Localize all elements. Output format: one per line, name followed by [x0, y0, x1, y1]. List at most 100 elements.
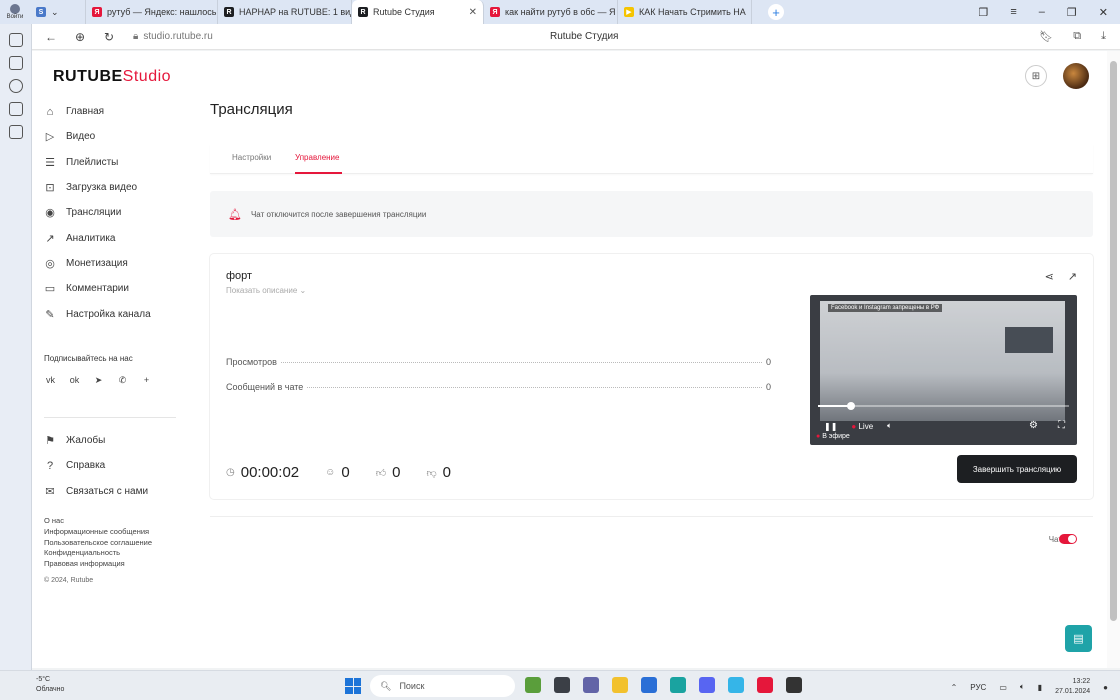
edge-icon[interactable] — [670, 677, 686, 693]
add-content-button[interactable]: ⊞ — [1025, 65, 1047, 87]
network-icon[interactable]: ▭ — [999, 683, 1007, 692]
scrollbar-thumb[interactable] — [1110, 61, 1117, 621]
browser-tab-0[interactable]: Я рутуб — Яндекс: нашлось — [86, 0, 218, 24]
viber-icon[interactable]: ✆ — [116, 375, 129, 386]
preview-frame — [820, 301, 1065, 421]
footer-link[interactable]: О нас — [44, 516, 152, 527]
tab-title: Rutube Студия — [373, 7, 435, 17]
sidebar-item-playlists[interactable]: ☰ Плейлисты — [44, 150, 184, 175]
sidebar-item-home[interactable]: ⌂ Главная — [44, 99, 184, 124]
restore-icon[interactable]: ❐ — [1067, 6, 1077, 19]
teams-icon[interactable] — [583, 677, 599, 693]
footer-link[interactable]: Правовая информация — [44, 559, 152, 570]
downloads-icon[interactable] — [8, 102, 23, 116]
protect-icon[interactable]: ⊕ — [70, 30, 90, 44]
thumbs-up-icon: 👍︎ — [375, 467, 387, 479]
browser-tab-2[interactable]: R Rutube Студия ✕ — [352, 0, 484, 24]
menu-icon[interactable]: ≡ — [1010, 6, 1016, 19]
user-avatar[interactable] — [1063, 63, 1089, 89]
footer-link[interactable]: Конфиденциальность — [44, 548, 152, 559]
sidebar-item-video[interactable]: ▷ Видео — [44, 124, 184, 149]
bookmarks-icon[interactable] — [8, 33, 23, 47]
sidebar-item-channel-settings[interactable]: ✎ Настройка канала — [44, 301, 184, 326]
sidebar-item-help[interactable]: ? Справка — [44, 453, 184, 478]
back-icon[interactable]: ← — [41, 30, 61, 44]
pause-icon[interactable]: ❚❚ — [824, 422, 837, 431]
sidebar-item-comments[interactable]: ▭ Комментарии — [44, 276, 184, 301]
telegram-icon[interactable]: ➤ — [92, 375, 105, 386]
history-icon[interactable] — [8, 79, 23, 93]
reading-list-icon[interactable] — [8, 56, 23, 70]
player-progress-bar[interactable] — [818, 405, 1069, 407]
share-icon[interactable]: ⋖ — [1045, 270, 1054, 283]
obs-icon[interactable] — [786, 677, 802, 693]
browser-tab-3[interactable]: Я как найти рутуб в обс — Я — [484, 0, 618, 24]
close-window-icon[interactable]: ✕ — [1099, 6, 1108, 19]
windows-start-icon[interactable] — [345, 678, 361, 694]
player-progress-knob[interactable] — [846, 402, 855, 410]
live-label[interactable]: Live — [858, 422, 873, 431]
download-icon[interactable]: ⤓ — [1101, 30, 1106, 43]
windows-taskbar: -5°C Облачно 🔍︎ Поиск ⌃ РУС ▭ 🔈︎ ▮ 13:22… — [0, 670, 1120, 700]
show-description-link[interactable]: Показать описание ⌄ — [226, 286, 306, 295]
reload-icon[interactable]: ↻ — [99, 30, 119, 44]
task-view-icon[interactable] — [554, 677, 570, 693]
sidebar-item-analytics[interactable]: ↗ Аналитика — [44, 225, 184, 250]
yandex-browser-icon[interactable] — [757, 677, 773, 693]
metric-duration: ◷ 00:00:02 — [226, 464, 299, 481]
chat-toggle[interactable] — [1059, 534, 1077, 544]
collections-icon[interactable]: ❐ — [978, 6, 988, 19]
widget-app-icon[interactable] — [525, 677, 541, 693]
more-icon[interactable]: + — [140, 375, 153, 386]
chevron-up-icon[interactable]: ⌃ — [951, 683, 958, 692]
url-field[interactable]: 🔒︎ studio.rutube.ru — [133, 31, 213, 42]
profile-button[interactable]: Войти — [0, 0, 30, 24]
weather-widget[interactable]: -5°C Облачно — [36, 675, 64, 695]
page-scrollbar[interactable] — [1107, 51, 1120, 668]
sidebar-item-contact[interactable]: ✉ Связаться с нами — [44, 479, 184, 504]
share-icon[interactable]: ⧉ — [1073, 30, 1081, 43]
vk-icon[interactable]: vk — [44, 375, 57, 386]
close-tab-icon[interactable]: ✕ — [465, 7, 477, 18]
app-f-icon[interactable] — [728, 677, 744, 693]
viewers-count: 0 — [341, 464, 350, 481]
footer-link[interactable]: Пользовательское соглашение — [44, 538, 152, 549]
user-icon: ☺ — [325, 467, 336, 478]
browser-tab-1[interactable]: R HAPHAP на RUTUBE: 1 вид — [218, 0, 352, 24]
sidebar-item-broadcasts[interactable]: ◉ Трансляции — [44, 200, 184, 225]
minimize-icon[interactable]: – — [1039, 6, 1045, 19]
battery-icon[interactable]: ▮ — [1038, 683, 1042, 692]
tab-settings[interactable]: Настройки — [232, 153, 271, 162]
footer-link[interactable]: Информационные сообщения — [44, 527, 152, 538]
sidebar-item-monetization[interactable]: ◎ Монетизация — [44, 251, 184, 276]
browser-tab-4[interactable]: ▶ КАК Начать Стримить НА — [618, 0, 752, 24]
end-broadcast-button[interactable]: Завершить трансляцию — [957, 455, 1077, 483]
clock[interactable]: 13:22 27.01.2024 — [1055, 677, 1090, 697]
ok-icon[interactable]: ok — [68, 375, 81, 386]
tab-management[interactable]: Управление — [295, 153, 339, 162]
volume-icon[interactable]: 🔈︎ — [1020, 682, 1025, 692]
discord-icon[interactable] — [699, 677, 715, 693]
bookmark-icon[interactable]: 🔖︎ — [1039, 30, 1053, 43]
notifications-icon[interactable]: ● — [1103, 683, 1108, 692]
stat-chat-messages: Сообщений в чате 0 — [226, 382, 771, 392]
store-icon[interactable] — [641, 677, 657, 693]
tab-group-button[interactable]: S ⌄ — [30, 0, 86, 24]
chat-panel: Чат — [210, 516, 1093, 668]
settings-gear-icon[interactable]: ⚙ — [1029, 420, 1038, 431]
extensions-icon[interactable] — [8, 125, 23, 139]
active-tab-indicator — [295, 172, 342, 174]
chat-fab-button[interactable]: ▤ — [1065, 625, 1092, 652]
home-icon: ⌂ — [46, 105, 54, 118]
open-external-icon[interactable]: ↗ — [1068, 270, 1077, 283]
sidebar-item-upload[interactable]: ⊡ Загрузка видео — [44, 175, 184, 200]
sidebar-item-complaints[interactable]: ⚑ Жалобы — [44, 428, 184, 453]
volume-icon[interactable]: 🔈︎ — [887, 421, 892, 431]
new-tab-button[interactable]: + — [768, 4, 784, 20]
language-indicator[interactable]: РУС — [970, 683, 986, 692]
fullscreen-icon[interactable]: ⛶ — [1058, 420, 1065, 431]
file-explorer-icon[interactable] — [612, 677, 628, 693]
rutube-studio-logo[interactable]: RUTUBEStudio — [53, 68, 171, 86]
stream-preview-player[interactable]: Facebook и Instagram запрещены в РФ ❚❚ ●… — [810, 295, 1077, 445]
taskbar-search[interactable]: 🔍︎ Поиск — [370, 675, 515, 697]
